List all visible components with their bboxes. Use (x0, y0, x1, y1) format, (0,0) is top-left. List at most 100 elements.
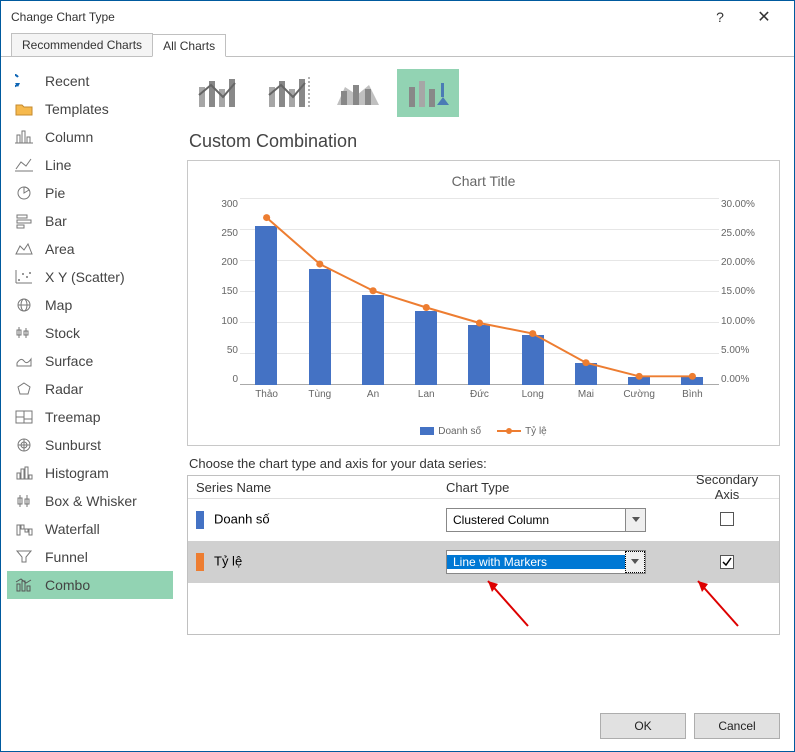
y-axis-right: 30.00%25.00%20.00%15.00%10.00%5.00%0.00% (721, 199, 771, 385)
templates-icon (13, 100, 35, 118)
line-icon (13, 156, 35, 174)
sidebar-item-label: Map (45, 297, 72, 313)
combo-icon (13, 576, 35, 594)
titlebar: Change Chart Type ? ✕ (1, 1, 794, 33)
series-name: Doanh số (214, 511, 270, 526)
stock-icon (13, 324, 35, 342)
sidebar-item-stock[interactable]: Stock (7, 319, 173, 347)
series-table: Series Name Chart Type Secondary Axis Do… (187, 475, 780, 635)
x-axis-labels: ThảoTùngAnLanĐứcLongMaiCườngBình (240, 389, 719, 405)
hdr-series-name: Series Name (188, 480, 438, 495)
series-row-ty-le: Tỷ lệ Line with Markers (188, 541, 779, 583)
sidebar-item-label: X Y (Scatter) (45, 269, 125, 285)
sidebar-item-label: Pie (45, 185, 65, 201)
hdr-chart-type: Chart Type (438, 480, 675, 495)
subtype-custom-combination[interactable] (397, 69, 459, 117)
series-name: Tỷ lệ (214, 553, 242, 568)
legend-item-line: Tỷ lệ (497, 426, 547, 437)
main-panel: Custom Combination Chart Title 300250200… (173, 57, 794, 701)
sidebar-item-histogram[interactable]: Histogram (7, 459, 173, 487)
sidebar-item-map[interactable]: Map (7, 291, 173, 319)
column-icon (13, 128, 35, 146)
chart-type-dropdown-ty-le[interactable]: Line with Markers (446, 550, 646, 574)
area-icon (13, 240, 35, 258)
sidebar-item-funnel[interactable]: Funnel (7, 543, 173, 571)
chart-category-sidebar: Recent Templates Column Line Pie Bar Are… (1, 57, 173, 701)
sidebar-item-label: Area (45, 241, 75, 257)
sidebar-item-area[interactable]: Area (7, 235, 173, 263)
sidebar-item-pie[interactable]: Pie (7, 179, 173, 207)
sidebar-item-radar[interactable]: Radar (7, 375, 173, 403)
chart-legend: Doanh số Tỷ lệ (188, 426, 779, 437)
legend-item-bars: Doanh số (420, 426, 481, 437)
sidebar-item-label: Column (45, 129, 93, 145)
hdr-secondary-axis: Secondary Axis (675, 472, 779, 502)
choose-series-label: Choose the chart type and axis for your … (189, 456, 780, 471)
combo-subtype-row (187, 69, 780, 117)
ok-button[interactable]: OK (600, 713, 686, 739)
sidebar-item-label: Templates (45, 101, 109, 117)
close-button[interactable]: ✕ (742, 2, 786, 32)
sidebar-item-templates[interactable]: Templates (7, 95, 173, 123)
tab-strip: Recommended Charts All Charts (1, 33, 794, 57)
boxwhisker-icon (13, 492, 35, 510)
waterfall-icon (13, 520, 35, 538)
tab-recommended-charts[interactable]: Recommended Charts (11, 33, 153, 56)
series-row-doanh-so: Doanh số Clustered Column (188, 499, 779, 541)
sidebar-item-label: Waterfall (45, 521, 100, 537)
y-axis-left: 300250200150100500 (208, 199, 238, 385)
sidebar-item-label: Funnel (45, 549, 88, 565)
sidebar-item-label: Sunburst (45, 437, 101, 453)
sidebar-item-recent[interactable]: Recent (7, 67, 173, 95)
sidebar-item-surface[interactable]: Surface (7, 347, 173, 375)
sidebar-item-scatter[interactable]: X Y (Scatter) (7, 263, 173, 291)
sidebar-item-line[interactable]: Line (7, 151, 173, 179)
treemap-icon (13, 408, 35, 426)
content-area: Recent Templates Column Line Pie Bar Are… (1, 57, 794, 701)
sidebar-item-boxwhisker[interactable]: Box & Whisker (7, 487, 173, 515)
chart-plot-area (240, 199, 719, 385)
series-table-header: Series Name Chart Type Secondary Axis (188, 476, 779, 499)
sunburst-icon (13, 436, 35, 454)
tab-all-charts[interactable]: All Charts (152, 34, 226, 57)
subtype-clustered-column-line[interactable] (187, 69, 249, 117)
chart-type-dropdown-doanh-so[interactable]: Clustered Column (446, 508, 646, 532)
sidebar-item-bar[interactable]: Bar (7, 207, 173, 235)
sidebar-item-sunburst[interactable]: Sunburst (7, 431, 173, 459)
scatter-icon (13, 268, 35, 286)
histogram-icon (13, 464, 35, 482)
sidebar-item-label: Combo (45, 577, 90, 593)
bar-icon (13, 212, 35, 230)
sidebar-item-label: Box & Whisker (45, 493, 137, 509)
change-chart-type-dialog: Change Chart Type ? ✕ Recommended Charts… (0, 0, 795, 752)
surface-icon (13, 352, 35, 370)
sidebar-item-treemap[interactable]: Treemap (7, 403, 173, 431)
sidebar-item-label: Surface (45, 353, 93, 369)
sidebar-item-label: Treemap (45, 409, 101, 425)
dialog-footer: OK Cancel (1, 701, 794, 751)
recent-icon (13, 72, 35, 90)
subtype-stacked-area-column[interactable] (327, 69, 389, 117)
chevron-down-icon (625, 509, 645, 531)
pie-icon (13, 184, 35, 202)
sidebar-item-combo[interactable]: Combo (7, 571, 173, 599)
sidebar-item-label: Radar (45, 381, 83, 397)
sidebar-item-label: Line (45, 157, 71, 173)
secondary-axis-checkbox-ty-le[interactable] (720, 555, 734, 569)
sidebar-item-waterfall[interactable]: Waterfall (7, 515, 173, 543)
funnel-icon (13, 548, 35, 566)
sidebar-item-label: Stock (45, 325, 80, 341)
subtype-clustered-column-line-secondary[interactable] (257, 69, 319, 117)
chart-preview: Chart Title 300250200150100500 30.00%25.… (187, 160, 780, 446)
radar-icon (13, 380, 35, 398)
section-title: Custom Combination (189, 131, 780, 152)
help-button[interactable]: ? (698, 2, 742, 32)
sidebar-item-label: Recent (45, 73, 89, 89)
cancel-button[interactable]: Cancel (694, 713, 780, 739)
window-title: Change Chart Type (11, 10, 698, 24)
sidebar-item-label: Histogram (45, 465, 109, 481)
secondary-axis-checkbox-doanh-so[interactable] (720, 512, 734, 526)
sidebar-item-label: Bar (45, 213, 67, 229)
chevron-down-icon (625, 551, 645, 573)
sidebar-item-column[interactable]: Column (7, 123, 173, 151)
